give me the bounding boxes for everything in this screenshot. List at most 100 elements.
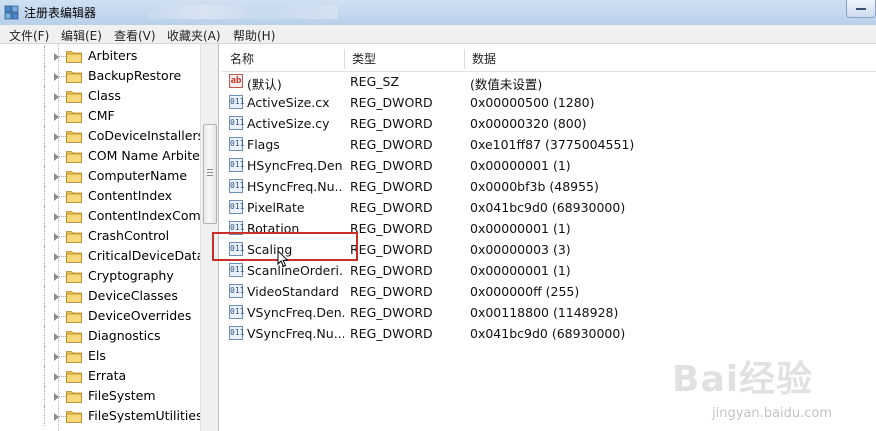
- tree-item-deviceclasses[interactable]: DeviceClasses: [0, 286, 200, 306]
- expand-arrow-icon[interactable]: [54, 353, 59, 361]
- tree-item-arbiters[interactable]: Arbiters: [0, 46, 200, 66]
- tree-item-contentindex[interactable]: ContentIndex: [0, 186, 200, 206]
- expand-arrow-icon[interactable]: [54, 193, 59, 201]
- expand-arrow-icon[interactable]: [54, 393, 59, 401]
- expand-arrow-icon[interactable]: [54, 213, 59, 221]
- tree-item-label: DeviceOverrides: [88, 308, 192, 323]
- value-row[interactable]: 011 VSyncFreq.Nu... REG_DWORD 0x041bc9d0 (6…: [222, 324, 876, 345]
- expand-arrow-icon[interactable]: [54, 253, 59, 261]
- tree-item-crashcontrol[interactable]: CrashControl: [0, 226, 200, 246]
- tree-item-cmf[interactable]: CMF: [0, 106, 200, 126]
- tree-item-filesystem[interactable]: FileSystem: [0, 386, 200, 406]
- expand-arrow-icon[interactable]: [54, 133, 59, 141]
- tree-item-cryptography[interactable]: Cryptography: [0, 266, 200, 286]
- value-row[interactable]: 011 VideoStandard REG_DWORD 0x000000ff (255…: [222, 282, 876, 303]
- tree-item-label: FileSystemUtilities: [88, 408, 203, 423]
- value-type: REG_SZ: [350, 74, 400, 89]
- value-data: 0x000000ff (255): [470, 284, 580, 299]
- binary-value-icon: 011: [229, 137, 244, 151]
- tree-item-label: CrashControl: [88, 228, 170, 243]
- tree-connector: [58, 216, 66, 217]
- value-row[interactable]: 011 ActiveSize.cy REG_DWORD 0x00000320 (800…: [222, 114, 876, 135]
- tree-item-deviceoverrides[interactable]: DeviceOverrides: [0, 306, 200, 326]
- value-row[interactable]: 011 Rotation REG_DWORD 0x00000001 (1): [222, 219, 876, 240]
- tree-item-label: Els: [88, 348, 106, 363]
- folder-icon: [66, 191, 82, 203]
- menu-view[interactable]: 查看(V): [114, 27, 156, 44]
- tree-connector: [58, 136, 66, 137]
- column-header-data[interactable]: 数据: [464, 47, 864, 71]
- tree-item-label: ContentIndexComm: [88, 208, 213, 223]
- string-value-icon: ab: [229, 74, 243, 88]
- binary-value-icon: 011: [229, 242, 244, 256]
- tree-item-com-name-arbiter[interactable]: COM Name Arbiter: [0, 146, 205, 166]
- value-row[interactable]: 011 ScanlineOrderi... REG_DWORD 0x00000001 …: [222, 261, 876, 282]
- value-type: REG_DWORD: [350, 137, 433, 152]
- tree-guide-line: [44, 166, 45, 186]
- tree-connector: [58, 76, 66, 77]
- value-data: 0x00000003 (3): [470, 242, 571, 257]
- expand-arrow-icon[interactable]: [54, 73, 59, 81]
- value-type: REG_DWORD: [350, 95, 433, 110]
- tree-item-contentindexcomm[interactable]: ContentIndexComm: [0, 206, 213, 226]
- folder-icon: [66, 171, 82, 183]
- tree-item-diagnostics[interactable]: Diagnostics: [0, 326, 200, 346]
- value-row[interactable]: 011 HSyncFreq.Nu... REG_DWORD 0x0000bf3b (4…: [222, 177, 876, 198]
- value-row[interactable]: 011 Scaling REG_DWORD 0x00000003 (3): [222, 240, 876, 261]
- value-name: ScanlineOrderi...: [247, 263, 344, 278]
- value-name: PixelRate: [247, 200, 305, 215]
- tree-item-criticaldevicedatab[interactable]: CriticalDeviceDatab: [0, 246, 212, 266]
- tree-item-class[interactable]: Class: [0, 86, 200, 106]
- expand-arrow-icon[interactable]: [54, 333, 59, 341]
- menu-favorites[interactable]: 收藏夹(A): [167, 27, 221, 44]
- value-data: 0x00118800 (1148928): [470, 305, 619, 320]
- tree-connector: [58, 316, 66, 317]
- expand-arrow-icon[interactable]: [54, 413, 59, 421]
- value-row[interactable]: 011 Flags REG_DWORD 0xe101ff87 (3775004551): [222, 135, 876, 156]
- binary-value-icon: 011: [229, 158, 244, 172]
- tree-item-computername[interactable]: ComputerName: [0, 166, 200, 186]
- expand-arrow-icon[interactable]: [54, 93, 59, 101]
- tree-item-els[interactable]: Els: [0, 346, 200, 366]
- value-type: REG_DWORD: [350, 305, 433, 320]
- value-row[interactable]: 011 ActiveSize.cx REG_DWORD 0x00000500 (128…: [222, 93, 876, 114]
- value-row[interactable]: 011 PixelRate REG_DWORD 0x041bc9d0 (6893000…: [222, 198, 876, 219]
- tree-item-codeviceinstallers[interactable]: CoDeviceInstallers: [0, 126, 204, 146]
- tree-item-label: COM Name Arbiter: [88, 148, 206, 163]
- value-row[interactable]: ab (默认) REG_SZ (数值未设置): [222, 72, 876, 93]
- value-row[interactable]: 011 HSyncFreq.Den... REG_DWORD 0x00000001 (…: [222, 156, 876, 177]
- value-name: Rotation: [247, 221, 300, 236]
- tree-guide-line: [44, 326, 45, 346]
- minimize-icon: [856, 8, 866, 10]
- tree-connector: [58, 156, 66, 157]
- registry-key-tree[interactable]: Arbiters BackupRestore Class CMF CoDeviceIns…: [0, 44, 219, 431]
- expand-arrow-icon[interactable]: [54, 233, 59, 241]
- column-header-type[interactable]: 类型: [344, 47, 464, 71]
- menu-help[interactable]: 帮助(H): [233, 27, 275, 44]
- tree-item-backuprestore[interactable]: BackupRestore: [0, 66, 200, 86]
- expand-arrow-icon[interactable]: [54, 373, 59, 381]
- menu-edit[interactable]: 编辑(E): [61, 27, 102, 44]
- expand-arrow-icon[interactable]: [54, 153, 59, 161]
- expand-arrow-icon[interactable]: [54, 113, 59, 121]
- minimize-button[interactable]: [846, 0, 876, 18]
- expand-arrow-icon[interactable]: [54, 53, 59, 61]
- expand-arrow-icon[interactable]: [54, 313, 59, 321]
- binary-value-icon: 011: [229, 326, 244, 340]
- tree-item-errata[interactable]: Errata: [0, 366, 200, 386]
- expand-arrow-icon[interactable]: [54, 273, 59, 281]
- tree-item-filesystemutilities[interactable]: FileSystemUtilities: [0, 406, 203, 426]
- registry-value-list[interactable]: 名称 类型 数据 ab (默认) REG_SZ (数值未设置) 011 ActiveSiz…: [222, 44, 876, 431]
- column-header-name[interactable]: 名称: [222, 47, 344, 71]
- folder-icon: [66, 71, 82, 83]
- expand-arrow-icon[interactable]: [54, 293, 59, 301]
- expand-arrow-icon[interactable]: [54, 173, 59, 181]
- value-type: REG_DWORD: [350, 200, 433, 215]
- tree-guide-line: [44, 46, 45, 66]
- title-bar: 注册表编辑器: [0, 0, 876, 26]
- tree-guide-line: [44, 386, 45, 406]
- value-row[interactable]: 011 VSyncFreq.Den... REG_DWORD 0x00118800 (…: [222, 303, 876, 324]
- tree-scrollbar-thumb[interactable]: [203, 124, 217, 224]
- tree-scrollbar[interactable]: [200, 44, 218, 431]
- menu-file[interactable]: 文件(F): [9, 27, 49, 44]
